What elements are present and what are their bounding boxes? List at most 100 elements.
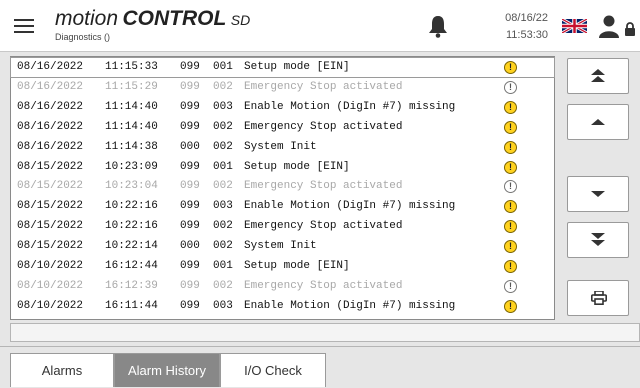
code2-cell: 002	[213, 180, 233, 193]
date-cell: 08/15/2022	[17, 160, 84, 173]
warning-icon: !	[504, 240, 517, 254]
page-subtitle: Diagnostics ()	[55, 32, 111, 42]
time-cell: 11:14:38	[105, 140, 158, 153]
time-cell: 11:15:33	[105, 61, 158, 73]
code2-cell: 002	[213, 120, 233, 133]
warning-icon: !	[504, 220, 517, 234]
code1-cell: 099	[180, 180, 200, 193]
message-cell: Enable Motion (DigIn #7) missing	[244, 100, 456, 113]
date-cell: 08/10/2022	[17, 299, 84, 312]
log-row[interactable]: 08/10/2022 16:12:39 099 002 Emergency Stop a…	[11, 277, 554, 296]
tab-alarms[interactable]: Alarms	[10, 353, 114, 387]
time-cell: 11:14:40	[105, 100, 158, 113]
log-row[interactable]: 08/15/2022 10:23:09 099 001 Setup mode [EIN]…	[11, 158, 554, 177]
warning-icon: !	[504, 279, 517, 293]
time-cell: 11:15:29	[105, 80, 158, 93]
message-cell: Emergency Stop activated	[244, 220, 403, 233]
warning-icon: !	[504, 100, 517, 114]
menu-icon[interactable]	[14, 19, 34, 33]
time-cell: 10:23:09	[105, 160, 158, 173]
message-cell: System Init	[244, 140, 317, 153]
printer-icon	[591, 291, 607, 305]
log-row[interactable]: 08/16/2022 11:14:38 000 002 System Init!	[11, 138, 554, 157]
message-cell: Emergency Stop activated	[244, 80, 403, 93]
user-icon[interactable]	[598, 14, 620, 38]
time-cell: 11:14:40	[105, 120, 158, 133]
message-cell: Setup mode [EIN]	[244, 160, 350, 173]
log-row[interactable]: 08/16/2022 11:15:33 099 001 Setup mode [EIN]…	[10, 57, 555, 78]
time-cell: 16:12:39	[105, 279, 158, 292]
code1-cell: 000	[180, 140, 200, 153]
logo-word-motion: motion	[55, 7, 119, 30]
code2-cell: 001	[213, 260, 233, 272]
code2-cell: 002	[213, 140, 233, 153]
log-row[interactable]: 08/16/2022 11:15:29 099 002 Emergency Stop a…	[11, 78, 554, 97]
logo-word-control: CONTROL	[122, 7, 227, 30]
code2-cell: 001	[213, 61, 233, 73]
datetime-display: 08/16/22 11:53:30	[474, 10, 548, 44]
code1-cell: 099	[180, 220, 200, 233]
date-cell: 08/16/2022	[17, 80, 84, 93]
code2-cell: 002	[213, 240, 233, 253]
log-row[interactable]: 08/15/2022 10:22:16 099 002 Emergency Stop a…	[11, 217, 554, 236]
date-cell: 08/16/2022	[17, 61, 84, 73]
tab-io-check[interactable]: I/O Check	[220, 353, 326, 387]
time-cell: 10:22:16	[105, 220, 158, 233]
warning-icon: !	[504, 140, 517, 154]
uk-flag-icon[interactable]	[562, 19, 587, 33]
log-row[interactable]: 08/10/2022 16:12:44 099 001 Setup mode [EIN]…	[11, 257, 554, 276]
code2-cell: 002	[213, 279, 233, 292]
scroll-up-button[interactable]	[567, 104, 629, 140]
code2-cell: 001	[213, 160, 233, 173]
alarm-history-list[interactable]: 08/16/2022 11:15:33 099 001 Setup mode [EIN]…	[10, 56, 555, 320]
scroll-up-icon	[591, 119, 605, 125]
log-row[interactable]: 08/16/2022 11:14:40 099 002 Emergency Stop a…	[11, 118, 554, 137]
warning-icon: !	[504, 180, 517, 194]
warning-icon: !	[504, 120, 517, 134]
app-logo: motion CONTROL SD	[55, 7, 250, 31]
scroll-top-button[interactable]	[567, 58, 629, 94]
code1-cell: 099	[180, 279, 200, 292]
lock-icon[interactable]	[624, 22, 636, 36]
time-text: 11:53:30	[505, 29, 548, 41]
message-cell: Emergency Stop activated	[244, 279, 403, 292]
scroll-top-icon	[591, 69, 605, 82]
date-cell: 08/10/2022	[17, 260, 84, 272]
log-row[interactable]: 08/16/2022 11:14:40 099 003 Enable Motion (D…	[11, 98, 554, 117]
log-row[interactable]: 08/10/2022 16:11:44 099 003 Enable Motion (D…	[11, 297, 554, 316]
code1-cell: 099	[180, 120, 200, 133]
scroll-bottom-button[interactable]	[567, 222, 629, 258]
code1-cell: 099	[180, 100, 200, 113]
time-cell: 10:22:16	[105, 200, 158, 213]
print-button[interactable]	[567, 280, 629, 316]
message-cell: Enable Motion (DigIn #7) missing	[244, 299, 456, 312]
message-cell: Enable Motion (DigIn #7) missing	[244, 200, 456, 213]
header-bar: motion CONTROL SD Diagnostics () 08/16/2…	[0, 0, 640, 52]
message-cell: System Init	[244, 240, 317, 253]
date-cell: 08/15/2022	[17, 240, 84, 253]
code1-cell: 099	[180, 299, 200, 312]
date-cell: 08/16/2022	[17, 120, 84, 133]
date-cell: 08/16/2022	[17, 140, 84, 153]
code2-cell: 003	[213, 200, 233, 213]
time-cell: 10:23:04	[105, 180, 158, 193]
code1-cell: 099	[180, 61, 200, 73]
warning-icon: !	[504, 80, 517, 94]
time-cell: 10:22:14	[105, 240, 158, 253]
message-cell: Setup mode [EIN]	[244, 61, 350, 73]
warning-icon: !	[504, 160, 517, 174]
date-text: 08/16/22	[505, 12, 548, 24]
scroll-down-icon	[591, 191, 605, 197]
code1-cell: 099	[180, 160, 200, 173]
log-row[interactable]: 08/15/2022 10:23:04 099 002 Emergency Stop a…	[11, 177, 554, 196]
tab-alarm-history[interactable]: Alarm History	[114, 353, 220, 387]
code1-cell: 000	[180, 240, 200, 253]
log-row[interactable]: 08/15/2022 10:22:14 000 002 System Init!	[11, 237, 554, 256]
warning-icon: !	[504, 299, 517, 313]
scroll-bottom-icon	[591, 233, 605, 246]
bell-icon[interactable]	[427, 14, 449, 38]
log-row[interactable]: 08/15/2022 10:22:16 099 003 Enable Motion (D…	[11, 197, 554, 216]
warning-icon: !	[504, 260, 517, 273]
time-cell: 16:11:44	[105, 299, 158, 312]
scroll-down-button[interactable]	[567, 176, 629, 212]
